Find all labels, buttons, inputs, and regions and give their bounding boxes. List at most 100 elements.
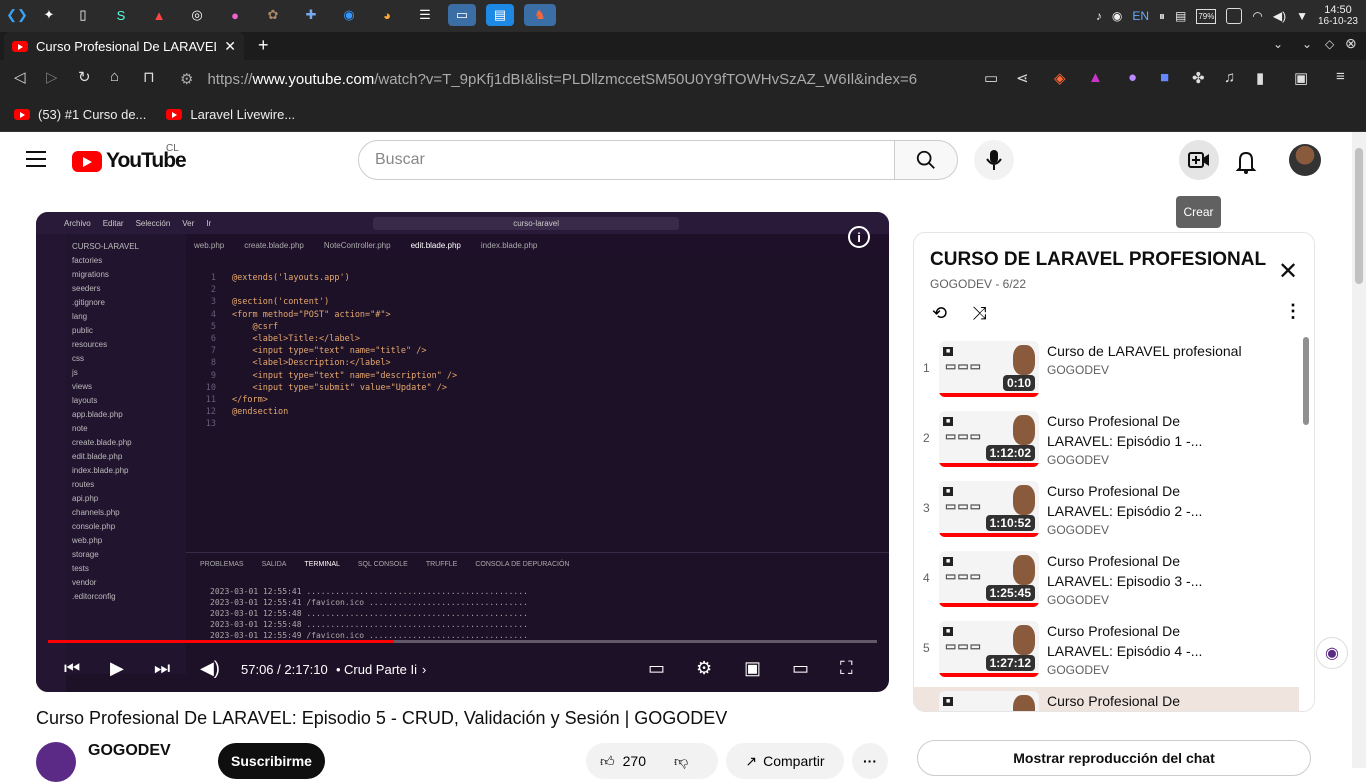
playlist-item[interactable]: 1 ■ ▭▭▭ 0:10 Curso de LARAVEL profesional GOG… <box>914 337 1299 407</box>
playlist-thumbnail[interactable]: ■ ▭▭▭ <box>939 691 1039 711</box>
terminal-icon[interactable]: ☰ <box>414 4 436 26</box>
next-icon[interactable]: ⏭ <box>154 658 170 679</box>
previous-icon[interactable]: ⏮ <box>64 658 80 679</box>
volume-icon[interactable]: ◀) <box>1273 9 1286 23</box>
gimp-icon[interactable]: ✿ <box>262 4 284 26</box>
reload-icon[interactable]: ↻ <box>78 68 91 86</box>
bookmark-icon[interactable]: ⊓ <box>143 68 155 86</box>
vscode-icon[interactable]: ❮❯ <box>6 4 28 26</box>
playlist-thumbnail[interactable]: ■ ▭▭▭ 1:27:12 <box>939 621 1039 677</box>
extensions-icon[interactable]: ✤ <box>1192 69 1205 87</box>
loop-icon[interactable]: ⟲ <box>932 303 947 324</box>
document-icon[interactable]: ▤ <box>486 4 514 26</box>
url-bar[interactable]: ⚙ https://www.youtube.com/watch?v=T_9pKf… <box>180 64 940 94</box>
chapter-title[interactable]: Crud Parte Ii <box>344 662 417 677</box>
clock[interactable]: 14:50 16-10-23 <box>1318 5 1358 28</box>
playlist-item[interactable]: ■ ▭▭▭ Curso Profesional De LARAVEL: Episod… <box>914 687 1299 711</box>
share-button[interactable]: ↗ Compartir <box>726 743 844 779</box>
playlist-scrollbar[interactable] <box>1303 337 1309 425</box>
blue-circle-icon[interactable]: ◉ <box>338 4 360 26</box>
bookmark-item[interactable]: (53) #1 Curso de... <box>14 107 146 122</box>
brave-shield-icon[interactable]: ◈ <box>1054 69 1066 87</box>
channel-avatar[interactable] <box>36 742 76 782</box>
youtube-logo[interactable]: YouTube CL <box>72 143 187 173</box>
notification-icon[interactable]: ♪ <box>1096 9 1102 23</box>
wifi-icon[interactable]: ◠ <box>1252 9 1262 23</box>
hamburger-menu-icon[interactable] <box>26 151 46 167</box>
playlist-title[interactable]: CURSO DE LARAVEL PROFESIONAL <box>930 249 1266 271</box>
site-settings-icon[interactable]: ⚙ <box>180 70 193 88</box>
voice-search-button[interactable] <box>974 140 1014 180</box>
shuffle-icon[interactable]: ⤨ <box>972 303 986 324</box>
playlist-thumbnail[interactable]: ■ ▭▭▭ 1:10:52 <box>939 481 1039 537</box>
info-icon[interactable]: i <box>848 226 870 248</box>
playlist-item[interactable]: 3 ■ ▭▭▭ 1:10:52 Curso Profesional De LARAVEL… <box>914 477 1299 547</box>
more-actions-button[interactable]: ··· <box>852 743 888 779</box>
video-progress-bar[interactable] <box>48 640 877 643</box>
user-avatar[interactable] <box>1289 144 1321 176</box>
subtitles-icon[interactable]: ▭ <box>648 658 665 679</box>
folder-icon[interactable]: ▭ <box>448 4 476 26</box>
volume-icon[interactable]: ◀) <box>200 658 220 679</box>
translate-icon[interactable]: ■ <box>1160 69 1169 86</box>
bot-extension-icon[interactable]: ◉ <box>1316 637 1348 669</box>
arrow-down-icon[interactable]: ▼ <box>1296 9 1308 23</box>
home-icon[interactable]: ⌂ <box>110 68 119 85</box>
extension-bot-icon[interactable]: ● <box>1128 69 1137 86</box>
wallet-icon[interactable]: ▣ <box>1294 69 1308 87</box>
file-icon[interactable]: ▯ <box>72 4 94 26</box>
media-icon[interactable]: ♫ <box>1224 69 1235 86</box>
notifications-bell-icon[interactable] <box>1230 150 1262 174</box>
fullscreen-icon[interactable]: ⛶ <box>840 658 853 679</box>
video-player[interactable]: Archivo Editar Selección Ver Ir curso-la… <box>36 212 889 692</box>
thumbs-down-icon[interactable]: 👎︎ <box>674 753 688 770</box>
share-icon[interactable]: ⋖ <box>1016 69 1029 87</box>
ball-icon[interactable]: ◕ <box>376 4 398 26</box>
show-chat-replay-button[interactable]: Mostrar reproducción del chat <box>917 740 1311 776</box>
channel-name[interactable]: GOGODEV <box>88 742 171 760</box>
sidebar-icon[interactable]: ▮ <box>1256 69 1264 87</box>
forward-icon[interactable]: ▷ <box>46 68 58 86</box>
battery-indicator[interactable]: 79% <box>1196 8 1217 24</box>
create-button[interactable] <box>1179 140 1219 180</box>
subscribe-button[interactable]: Suscribirme <box>218 743 325 779</box>
chrome-icon[interactable]: ◎ <box>186 4 208 26</box>
bookmark-item[interactable]: Laravel Livewire... <box>166 107 295 122</box>
tool-icon[interactable]: ✚ <box>300 4 322 26</box>
brave-icon[interactable]: ♞ <box>524 4 556 26</box>
screenshot-icon[interactable] <box>1226 8 1243 24</box>
triangle-icon[interactable]: ▲ <box>148 4 170 26</box>
playlist-item[interactable]: 4 ■ ▭▭▭ 1:25:45 Curso Profesional De LARAVEL… <box>914 547 1299 617</box>
playlist-thumbnail[interactable]: ■ ▭▭▭ 1:12:02 <box>939 411 1039 467</box>
playlist-item[interactable]: 5 ■ ▭▭▭ 1:27:12 Curso Profesional De LARAVEL… <box>914 617 1299 687</box>
minimize-icon[interactable]: ⌄ <box>1302 37 1312 51</box>
color-icon[interactable]: ● <box>224 4 246 26</box>
playlist-thumbnail[interactable]: ■ ▭▭▭ 0:10 <box>939 341 1039 397</box>
miniplayer-icon[interactable]: ▣ <box>744 658 761 679</box>
language-indicator[interactable]: EN <box>1132 9 1149 23</box>
s-icon[interactable]: S <box>110 4 132 26</box>
sparkle-icon[interactable]: ✦ <box>38 4 60 26</box>
page-scrollbar-thumb[interactable] <box>1355 148 1363 284</box>
browser-tab-active[interactable]: Curso Profesional De LARAVEL ✕ <box>4 32 244 60</box>
playlist-thumbnail[interactable]: ■ ▭▭▭ 1:25:45 <box>939 551 1039 607</box>
playlist-item[interactable]: 2 ■ ▭▭▭ 1:12:02 Curso Profesional De LARAVEL… <box>914 407 1299 477</box>
tab-list-icon[interactable]: ⌄ <box>1273 37 1283 51</box>
clipboard-icon[interactable]: ▤ <box>1175 9 1186 23</box>
like-button[interactable]: 👍︎ 270 👎︎ <box>586 743 718 779</box>
maximize-icon[interactable]: ◇ <box>1325 37 1334 51</box>
theater-mode-icon[interactable]: ▭ <box>792 658 809 679</box>
search-input[interactable]: Buscar <box>358 140 895 180</box>
search-button[interactable] <box>894 140 958 180</box>
close-tab-icon[interactable]: ✕ <box>224 38 236 55</box>
playlist-more-icon[interactable]: ⋮ <box>1284 301 1302 322</box>
rewards-icon[interactable]: ▲ <box>1088 69 1103 86</box>
play-icon[interactable]: ▶ <box>110 658 124 679</box>
close-window-icon[interactable]: ⊗ <box>1345 35 1357 52</box>
back-icon[interactable]: ◁ <box>14 68 26 86</box>
network-icon[interactable]: ◉ <box>1112 9 1122 23</box>
pause-icon[interactable]: ⏸ <box>1159 9 1165 24</box>
new-tab-icon[interactable]: + <box>258 35 269 56</box>
page-scrollbar[interactable] <box>1352 132 1366 768</box>
chapter-chevron-icon[interactable]: › <box>422 662 426 677</box>
